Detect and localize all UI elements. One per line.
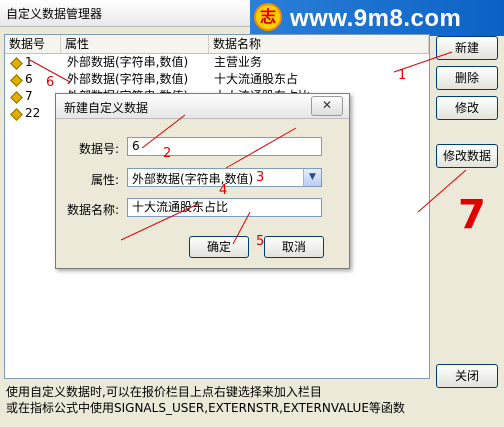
step-3-label: 3 [256, 170, 265, 185]
arrow-to-id-field [141, 114, 186, 149]
step-1-label: 1 [398, 68, 407, 83]
step-2-label: 2 [163, 146, 172, 161]
step-7-label: 7 [458, 192, 486, 238]
arrow-to-name-field [120, 203, 199, 241]
tutorial-arrows [29, 51, 467, 245]
arrow-to-attribute-select [225, 127, 297, 169]
step-5-label: 5 [256, 234, 265, 249]
arrow-to-ok-button [232, 211, 251, 245]
step-6-label: 6 [46, 75, 55, 90]
step-4-label: 4 [219, 183, 228, 198]
